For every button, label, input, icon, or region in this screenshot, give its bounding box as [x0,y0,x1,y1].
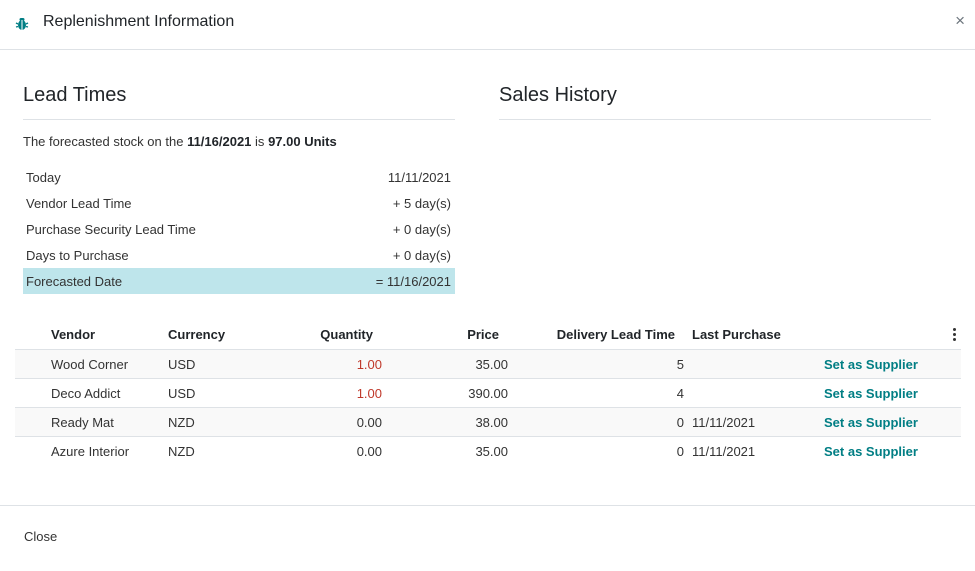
set-as-supplier-button[interactable]: Set as Supplier [824,350,918,378]
delivery-lead-time-cell: 0 [676,444,684,459]
lead-time-label: Purchase Security Lead Time [26,221,196,237]
last-purchase-cell: 11/11/2021 [692,414,756,430]
forecast-quantity: 97.00 Units [268,134,337,149]
lead-time-row-security: Purchase Security Lead Time + 0 day(s) [23,216,455,242]
set-as-supplier-button[interactable]: Set as Supplier [824,379,918,407]
currency-cell: USD [168,385,196,401]
lead-time-value: = 11/16/2021 [375,273,451,289]
lead-time-label: Today [26,169,61,185]
footer-divider [0,505,975,506]
dialog-header: Replenishment Information × [0,0,975,50]
sales-history-divider [499,119,931,120]
lead-time-value: + 0 day(s) [392,221,451,237]
forecast-date: 11/16/2021 [187,134,252,149]
column-header-price[interactable]: Price [385,320,499,349]
price-cell: 35.00 [475,356,508,372]
column-header-delivery-lead-time[interactable]: Delivery Lead Time [515,320,675,349]
vendor-cell: Deco Addict [51,385,121,401]
lead-time-value: + 0 day(s) [392,247,451,263]
column-header-vendor[interactable]: Vendor [51,320,95,349]
last-purchase-cell: 11/11/2021 [692,444,756,459]
lead-time-label: Days to Purchase [26,247,129,263]
delivery-lead-time-cell: 0 [676,414,684,430]
lead-time-label: Forecasted Date [26,273,123,289]
lead-time-row-forecasted-date: Forecasted Date = 11/16/2021 [23,268,455,294]
column-header-quantity[interactable]: Quantity [260,320,373,349]
currency-cell: USD [168,356,196,372]
table-row: Azure Interior NZD 0.00 35.00 0 11/11/20… [15,437,961,466]
forecast-prefix: The forecasted stock on the [23,134,184,149]
table-row: Ready Mat NZD 0.00 38.00 0 11/11/2021 Se… [15,408,961,437]
quantity-cell: 0.00 [356,444,382,459]
quantity-cell: 0.00 [356,414,382,430]
forecast-summary: The forecasted stock on the 11/16/2021 i… [23,134,337,149]
price-cell: 390.00 [468,385,508,401]
price-cell: 38.00 [475,414,508,430]
vendor-cell: Wood Corner [51,356,129,372]
bug-icon [15,18,29,30]
lead-time-value: + 5 day(s) [392,195,451,211]
lead-time-label: Vendor Lead Time [26,195,132,211]
close-button[interactable]: Close [24,529,57,544]
delivery-lead-time-cell: 4 [676,385,684,401]
quantity-cell: 1.00 [356,356,382,372]
lead-time-value: 11/11/2021 [387,169,451,185]
lead-time-row-vendor: Vendor Lead Time + 5 day(s) [23,190,455,216]
quantity-cell: 1.00 [356,385,382,401]
column-header-last-purchase[interactable]: Last Purchase [692,320,781,349]
set-as-supplier-button[interactable]: Set as Supplier [824,408,918,436]
dialog-title: Replenishment Information [43,13,235,30]
set-as-supplier-button[interactable]: Set as Supplier [824,437,918,466]
supplier-table: Vendor Currency Quantity Price Delivery … [15,320,961,466]
delivery-lead-time-cell: 5 [676,356,684,372]
lead-times-divider [23,119,455,120]
lead-times-table: Today 11/11/2021 Vendor Lead Time + 5 da… [23,164,455,294]
vendor-cell: Azure Interior [51,444,130,459]
lead-times-heading: Lead Times [23,84,127,106]
column-options-icon[interactable] [953,328,957,342]
supplier-table-header: Vendor Currency Quantity Price Delivery … [15,320,961,350]
column-header-currency[interactable]: Currency [168,320,225,349]
lead-time-row-today: Today 11/11/2021 [23,164,455,190]
currency-cell: NZD [168,414,195,430]
currency-cell: NZD [168,444,195,459]
forecast-mid: is [255,134,265,149]
close-icon[interactable]: × [955,11,965,31]
vendor-cell: Ready Mat [51,414,114,430]
table-row: Wood Corner USD 1.00 35.00 5 Set as Supp… [15,350,961,379]
price-cell: 35.00 [475,444,508,459]
table-row: Deco Addict USD 1.00 390.00 4 Set as Sup… [15,379,961,408]
lead-time-row-days-to-purchase: Days to Purchase + 0 day(s) [23,242,455,268]
sales-history-heading: Sales History [499,84,617,106]
